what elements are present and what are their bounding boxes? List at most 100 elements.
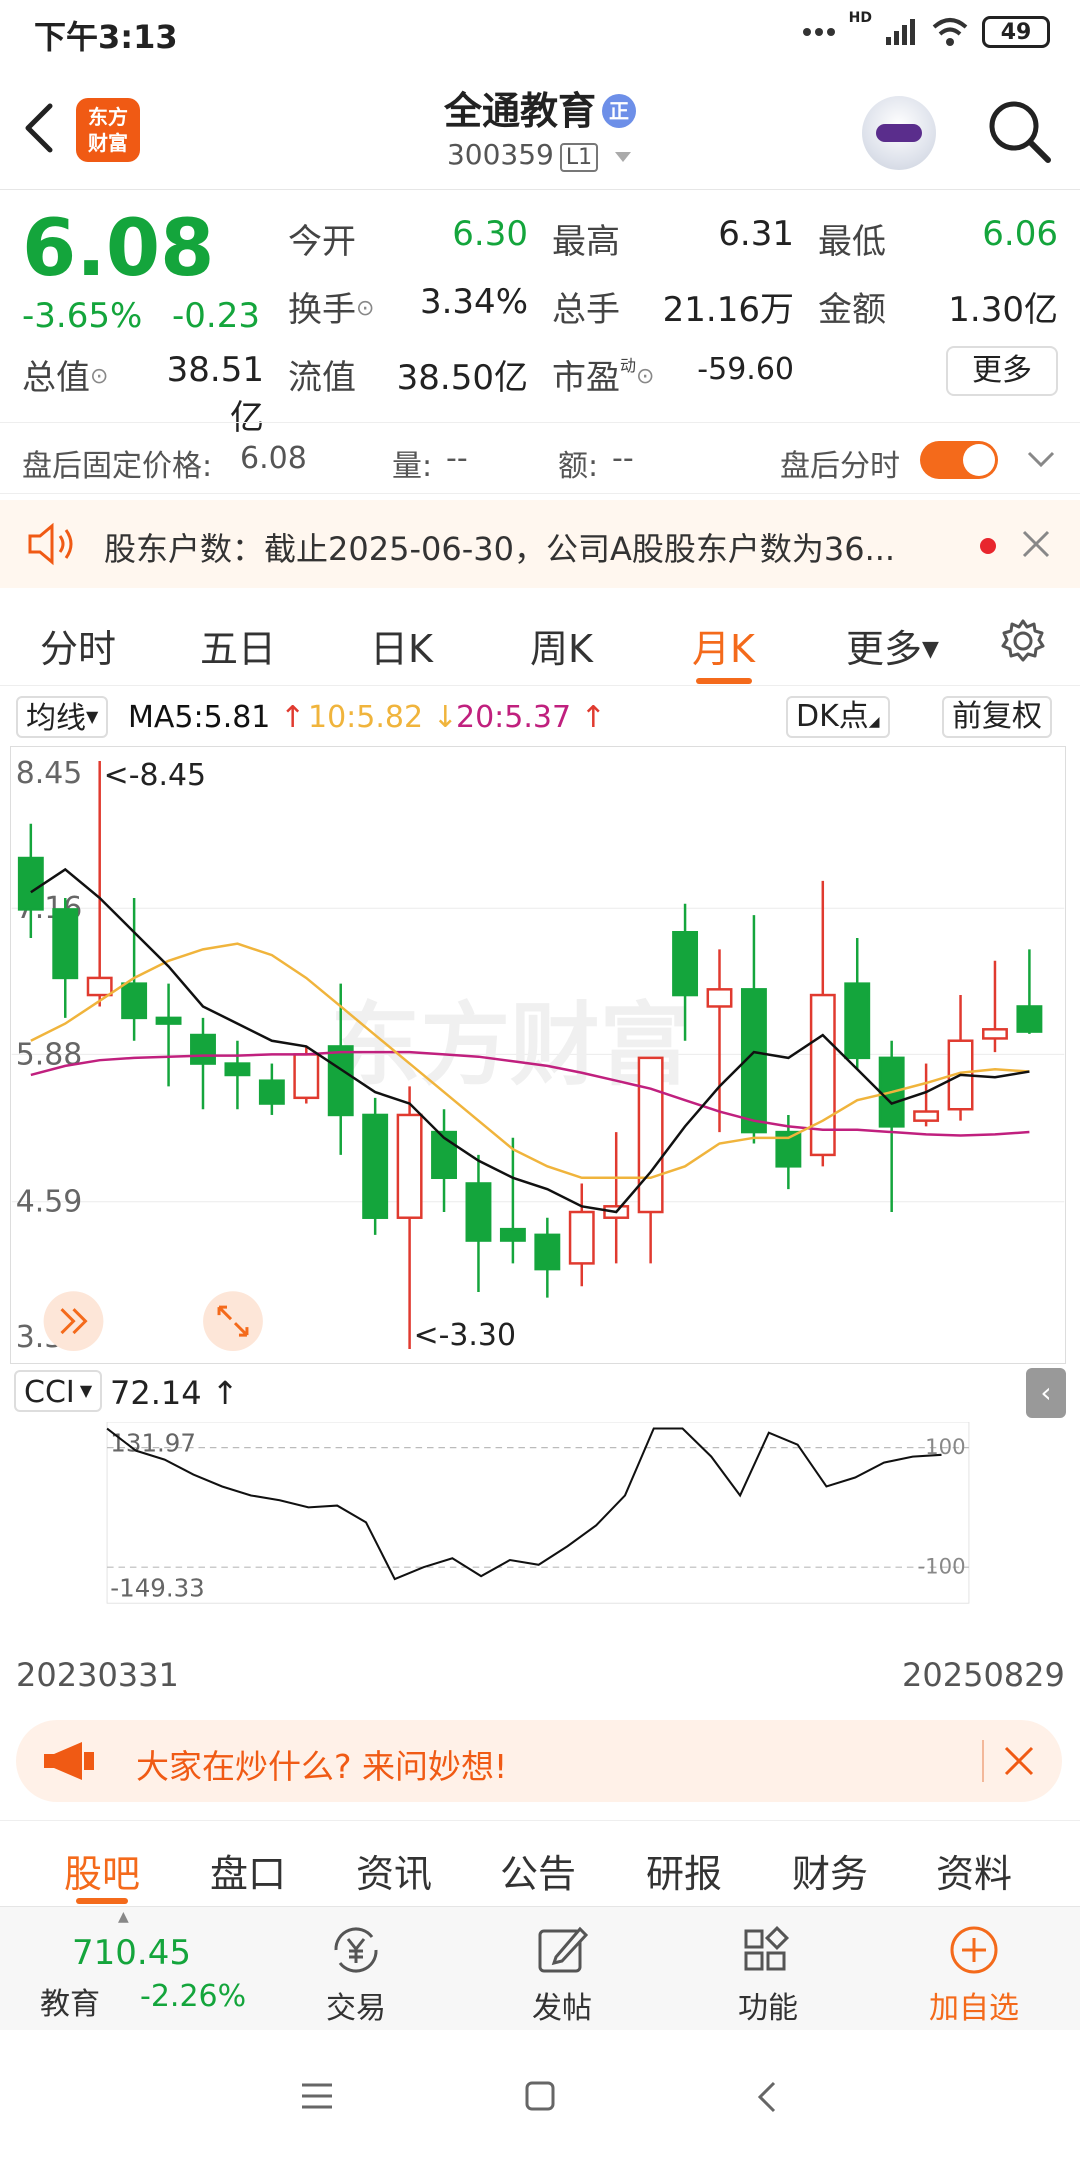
tab-five-day[interactable]: 五日 xyxy=(200,618,276,673)
candlestick-chart[interactable]: 8.457.165.884.593.30东方财富<-8.45<-3.30 xyxy=(10,746,1066,1364)
ma20-text: 20:5.37 xyxy=(456,700,572,735)
trade-label: 交易 xyxy=(326,1991,386,2026)
candle-body xyxy=(499,1227,526,1242)
tab-order-book[interactable]: 盘口 xyxy=(210,1843,286,1898)
back-chevron-icon[interactable] xyxy=(756,2080,778,2114)
cci-bottom-tick: -149.33 xyxy=(110,1574,204,1603)
tab-monthly-k[interactable]: 月K xyxy=(692,618,755,673)
date-start: 20230331 xyxy=(16,1656,179,1694)
home-square-icon[interactable] xyxy=(524,2080,556,2112)
y-tick-label: 8.45 xyxy=(16,756,83,791)
ah-volume-value: -- xyxy=(446,441,468,476)
ah-amount-label: 额: xyxy=(558,449,599,484)
tab-profile[interactable]: 资料 xyxy=(936,1843,1012,1898)
index-name: 教育 xyxy=(40,1987,100,2022)
search-icon[interactable] xyxy=(984,96,1054,166)
speaker-icon xyxy=(28,522,73,566)
after-hours-bar: 盘后固定价格: 6.08 量: -- 额: -- 盘后分时 xyxy=(0,422,1080,494)
trade-button[interactable]: 交易 xyxy=(266,1907,446,2031)
cci-frame xyxy=(106,1422,970,1604)
adjust-button[interactable]: 前复权 xyxy=(942,696,1052,738)
tab-more[interactable]: 更多▼ xyxy=(846,618,939,673)
turnover-label-text: 换手 xyxy=(288,290,356,330)
cci-chart[interactable]: 131.97-149.33100-100 xyxy=(10,1422,1066,1644)
ma-select[interactable]: 均线▼ xyxy=(16,696,109,738)
dropdown-triangle-icon xyxy=(615,152,632,162)
ask-text: 大家在炒什么? 来问妙想! xyxy=(136,1747,508,1786)
tab-announcements[interactable]: 公告 xyxy=(500,1843,576,1898)
settings-gear-icon[interactable] xyxy=(1000,618,1046,664)
cci-value: 72.14 ↑ xyxy=(110,1374,239,1412)
high-value: 6.31 xyxy=(718,214,794,254)
pe-label[interactable]: 市盈动⊙ xyxy=(552,350,654,399)
chevron-down-icon[interactable] xyxy=(1026,449,1056,469)
amount-value: 1.30亿 xyxy=(948,290,1058,330)
network-type: HD xyxy=(848,10,872,26)
candle-body xyxy=(1016,1005,1043,1033)
tab-news[interactable]: 资讯 xyxy=(356,1843,432,1898)
open-label: 今开 xyxy=(288,222,356,262)
watermark-text: 东方财富 xyxy=(331,994,690,1098)
cci-ref-low-label: -100 xyxy=(918,1555,966,1580)
y-tick-label: 4.59 xyxy=(16,1185,83,1220)
function-button[interactable]: 功能 xyxy=(678,1907,858,2031)
divider xyxy=(982,1740,984,1782)
badge-icon: 正 xyxy=(602,94,636,128)
dk-point-button[interactable]: DK点◢ xyxy=(786,696,890,738)
turnover-label[interactable]: 换手⊙ xyxy=(288,282,374,331)
pe-value: -59.60 xyxy=(697,352,794,387)
pe-label-text: 市盈 xyxy=(552,358,620,398)
candle-body xyxy=(224,1062,251,1077)
ask-banner[interactable]: 大家在炒什么? 来问妙想! xyxy=(16,1720,1062,1802)
ah-timeshare-toggle[interactable] xyxy=(920,441,998,479)
dropdown-triangle-icon: ▼ xyxy=(86,707,99,726)
signal-icon xyxy=(886,19,915,45)
tab-research[interactable]: 研报 xyxy=(646,1843,722,1898)
current-price: 6.08 xyxy=(22,204,215,294)
stock-code: 300359 xyxy=(446,138,554,171)
expand-button xyxy=(203,1291,263,1352)
candle-body xyxy=(672,930,699,997)
candle-body xyxy=(534,1233,561,1271)
date-end: 20250829 xyxy=(902,1656,1065,1694)
sector-index[interactable]: ▲ 710.45 教育 -2.26% xyxy=(40,1907,260,2031)
candle-body xyxy=(637,1056,664,1214)
function-label: 功能 xyxy=(738,1991,798,2026)
low-label: 最低 xyxy=(818,222,886,262)
plus-circle-icon xyxy=(950,1926,998,1974)
down-arrow-icon: ↓ xyxy=(432,700,458,735)
candle-body xyxy=(568,1210,595,1265)
cci-value-text: 72.14 xyxy=(110,1374,202,1412)
post-button[interactable]: 发帖 xyxy=(472,1907,652,2031)
collapse-panel-button[interactable]: ‹ xyxy=(1026,1368,1066,1418)
news-ticker[interactable]: 股东户数：截止2025-06-30，公司A股股东户数为36... xyxy=(0,500,1080,588)
open-value: 6.30 xyxy=(452,214,528,254)
bottom-tabs: 股吧 盘口 资讯 公告 研报 财务 资料 xyxy=(0,1820,1080,1904)
tab-finance[interactable]: 财务 xyxy=(792,1843,868,1898)
tab-weekly-k[interactable]: 周K xyxy=(530,618,593,673)
assistant-robot-icon[interactable] xyxy=(862,96,936,170)
dropdown-triangle-icon: ▼ xyxy=(74,1381,93,1400)
tab-daily-k[interactable]: 日K xyxy=(370,618,433,673)
news-text: 股东户数：截止2025-06-30，公司A股股东户数为36... xyxy=(104,530,896,568)
stock-header: 东方 财富 全通教育正 300359 L1 xyxy=(0,64,1080,190)
ah-timeshare-label: 盘后分时 xyxy=(780,449,900,484)
status-time: 下午3:13 xyxy=(34,18,178,56)
high-label: 最高 xyxy=(552,222,620,262)
cci-top-tick: 131.97 xyxy=(110,1428,196,1457)
ma5-value: MA5:5.81 ↑ xyxy=(128,700,305,735)
close-icon[interactable] xyxy=(1020,528,1052,560)
cci-select[interactable]: CCI ▼ xyxy=(14,1370,103,1412)
market-cap-label[interactable]: 总值⊙ xyxy=(22,350,108,399)
tab-timeshare[interactable]: 分时 xyxy=(40,618,116,673)
close-icon[interactable] xyxy=(1002,1744,1036,1778)
tab-forum[interactable]: 股吧 xyxy=(64,1843,140,1898)
y-tick-label: 5.88 xyxy=(16,1037,83,1072)
candle-body xyxy=(86,976,113,997)
menu-icon[interactable] xyxy=(300,2082,334,2110)
bottom-toolbar: ▲ 710.45 教育 -2.26% 交易 发帖 功能 加自选 xyxy=(0,1906,1080,2030)
more-button[interactable]: 更多 xyxy=(946,346,1058,396)
candle-body xyxy=(844,982,871,1060)
add-watchlist-button[interactable]: 加自选 xyxy=(884,1907,1064,2031)
up-arrow-icon: ↑ xyxy=(279,700,306,735)
